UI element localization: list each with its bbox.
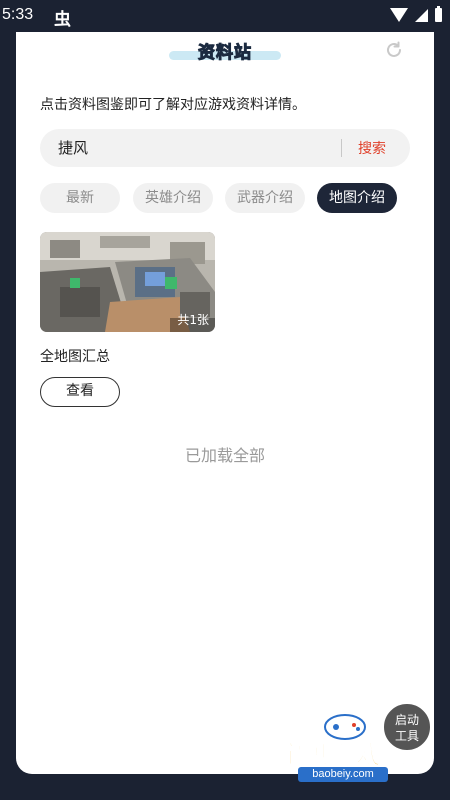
launch-tool-label: 启动 工具	[394, 713, 419, 743]
search-divider	[341, 139, 342, 157]
loaded-all-text: 已加载全部	[184, 446, 265, 465]
tab-weapons[interactable]: 武器介绍	[225, 183, 305, 213]
main-panel: 资料站 点击资料图鉴即可了解对应游戏资料详情。 搜索 最新 英雄介绍 武器介绍 …	[16, 32, 434, 774]
launch-tool-button[interactable]: 启动 工具	[382, 702, 432, 752]
view-button[interactable]: 查看	[40, 377, 120, 407]
intro-text: 点击资料图鉴即可了解对应游戏资料详情。	[40, 97, 306, 113]
status-time: 5:33	[2, 6, 34, 23]
watermark-url: baobeiy.com	[298, 767, 388, 782]
map-card-image[interactable]: 共1张	[40, 232, 215, 332]
bug-icon: 虫	[54, 10, 71, 30]
card-count: 共1张	[177, 313, 209, 327]
battery-icon	[435, 6, 442, 22]
tab-maps[interactable]: 地图介绍	[317, 183, 397, 213]
card-title: 全地图汇总	[40, 349, 110, 365]
tab-latest[interactable]: 最新	[40, 183, 120, 213]
signal-icon	[415, 8, 428, 22]
tab-heroes[interactable]: 英雄介绍	[133, 183, 213, 213]
status-icons	[390, 6, 442, 22]
header: 资料站	[16, 38, 434, 64]
refresh-icon[interactable]	[384, 40, 404, 60]
page-title: 资料站	[198, 43, 252, 64]
status-bar: 5:33 虫	[0, 0, 450, 32]
search-button[interactable]: 搜索	[358, 138, 386, 158]
search-bar: 搜索	[40, 129, 410, 167]
wifi-icon	[390, 8, 408, 22]
search-input[interactable]	[58, 138, 318, 156]
